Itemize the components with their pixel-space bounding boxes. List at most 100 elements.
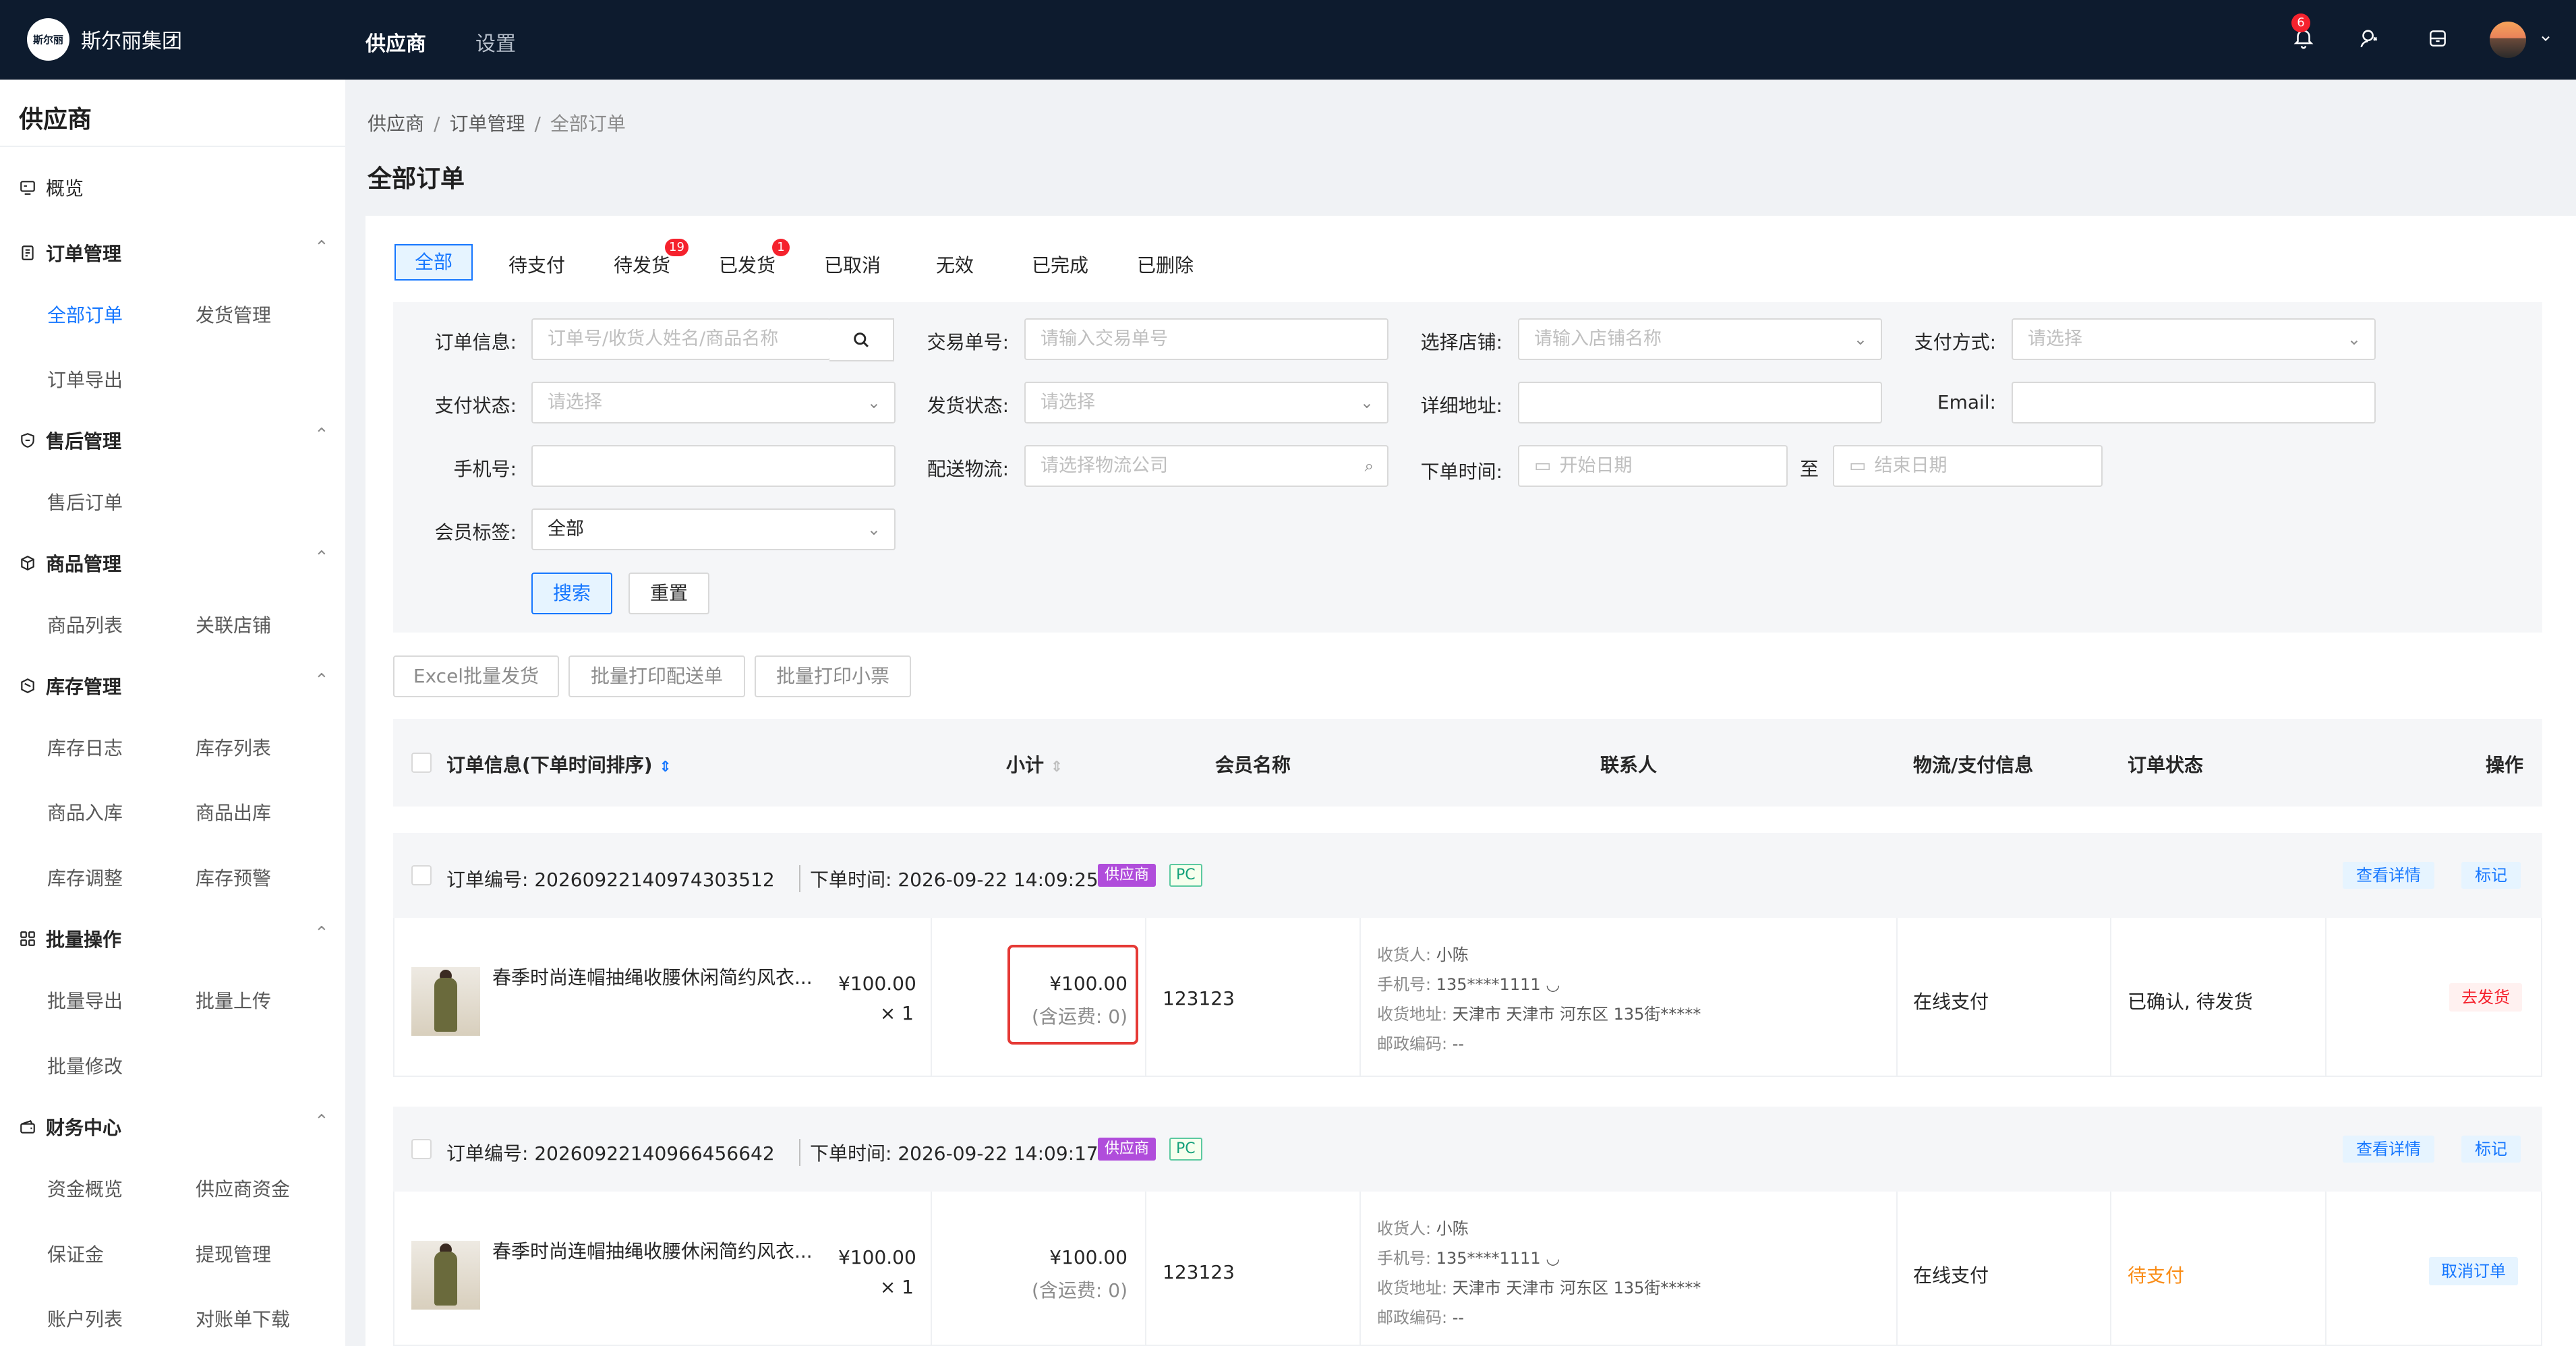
select-all-checkbox[interactable] [411, 753, 432, 773]
chevron-down-icon: ⌄ [867, 520, 881, 539]
sidebar-item-stock-adjust[interactable]: 库存调整 [47, 864, 123, 891]
sort-icon[interactable]: ⇕ [659, 759, 671, 776]
sidebar-item-stock-list[interactable]: 库存列表 [196, 734, 271, 761]
breadcrumb-item[interactable]: 订单管理 [449, 113, 525, 135]
chevron-up-icon[interactable]: ⌃ [314, 1111, 329, 1132]
sidebar-item-withdrawals[interactable]: 提现管理 [196, 1240, 271, 1267]
sidebar-group-orders[interactable]: 订单管理 [19, 239, 121, 266]
sidebar-group-aftersale[interactable]: 售后管理 [19, 427, 121, 454]
product-qty: × 1 [879, 1002, 914, 1024]
address-input[interactable] [1518, 382, 1882, 423]
view-details-button[interactable]: 查看详情 [2343, 1136, 2434, 1163]
sidebar-item-aftersale-orders[interactable]: 售后订单 [47, 488, 123, 515]
brand-logo[interactable]: 斯尔丽 [27, 18, 69, 61]
tab-all[interactable]: 全部 [394, 244, 473, 281]
address-label: 收货地址: [1377, 1279, 1448, 1297]
tab-pending-shipment[interactable]: 待发货 [614, 251, 670, 278]
column-divider [2325, 1192, 2326, 1346]
product-name[interactable]: 春季时尚连帽抽绳收腰休闲简约风衣... [492, 963, 813, 990]
view-details-button[interactable]: 查看详情 [2343, 862, 2434, 889]
reset-button[interactable]: 重置 [628, 573, 709, 614]
chevron-up-icon[interactable]: ⌃ [314, 923, 329, 943]
store-icon[interactable] [2422, 23, 2453, 54]
ship-status-select[interactable]: 请选择 ⌄ [1024, 382, 1388, 423]
eye-closed-icon[interactable]: ◡ [1546, 1249, 1560, 1268]
sidebar-group-inventory[interactable]: 库存管理 [19, 672, 121, 699]
chevron-down-icon[interactable] [2536, 23, 2556, 54]
sidebar-item-supplier-funds[interactable]: 供应商资金 [196, 1175, 290, 1202]
mark-button[interactable]: 标记 [2461, 1136, 2521, 1163]
sidebar-item-batch-export[interactable]: 批量导出 [47, 987, 123, 1014]
sidebar-item-all-orders[interactable]: 全部订单 [47, 301, 123, 328]
sidebar-group-finance[interactable]: 财务中心 [19, 1113, 121, 1140]
logistics-select[interactable]: 请选择物流公司 ⌕ [1024, 445, 1388, 487]
pay-method-select[interactable]: 请选择 ⌄ [2012, 318, 2376, 360]
sidebar-item-stock-log[interactable]: 库存日志 [47, 734, 123, 761]
chevron-up-icon[interactable]: ⌃ [314, 425, 329, 445]
chevron-up-icon[interactable]: ⌃ [314, 237, 329, 258]
email-input[interactable] [2012, 382, 2376, 423]
pay-status-select[interactable]: 请选择 ⌄ [531, 382, 896, 423]
sidebar-item-accounts[interactable]: 账户列表 [47, 1305, 123, 1332]
sidebar-item-linked-stores[interactable]: 关联店铺 [196, 611, 271, 638]
tab-cancelled[interactable]: 已取消 [824, 251, 881, 278]
trade-no-input[interactable]: 请输入交易单号 [1024, 318, 1388, 360]
tab-deleted[interactable]: 已删除 [1137, 251, 1194, 278]
search-icon-button[interactable] [829, 318, 894, 361]
calendar-icon: ▭ [1849, 455, 1867, 476]
end-date-input[interactable]: ▭ 结束日期 [1833, 445, 2103, 487]
column-order-info[interactable]: 订单信息(下单时间排序) ⇕ [446, 751, 672, 778]
batch-print-delivery-button[interactable]: 批量打印配送单 [568, 655, 745, 697]
ship-button[interactable]: 去发货 [2449, 983, 2522, 1012]
phone-input[interactable] [531, 445, 896, 487]
store-select[interactable]: 请输入店铺名称 ⌄ [1518, 318, 1882, 360]
sidebar-item-batch-upload[interactable]: 批量上传 [196, 987, 271, 1014]
sidebar-item-order-export[interactable]: 订单导出 [47, 365, 123, 392]
order-checkbox[interactable] [411, 865, 432, 885]
postal-code-value: -- [1452, 1034, 1465, 1053]
sidebar-group-label: 售后管理 [46, 430, 122, 452]
avatar[interactable] [2490, 22, 2526, 58]
search-button[interactable]: 搜索 [531, 573, 612, 614]
batch-print-receipt-button[interactable]: 批量打印小票 [755, 655, 911, 697]
pay-method-placeholder: 请选择 [2028, 328, 2082, 349]
tab-invalid[interactable]: 无效 [936, 251, 974, 278]
sidebar-item-statement-download[interactable]: 对账单下载 [196, 1305, 290, 1332]
chevron-up-icon[interactable]: ⌃ [314, 670, 329, 691]
sidebar-item-deposit[interactable]: 保证金 [47, 1240, 104, 1267]
sidebar-item-overview[interactable]: 概览 [19, 174, 84, 201]
order-checkbox[interactable] [411, 1139, 432, 1159]
sidebar-item-stock-out[interactable]: 商品出库 [196, 798, 271, 825]
member-tag-select[interactable]: 全部 ⌄ [531, 508, 896, 550]
support-icon[interactable] [2353, 23, 2384, 54]
order-info-input[interactable]: 订单号/收货人姓名/商品名称 [531, 318, 831, 360]
sidebar-group-products[interactable]: 商品管理 [19, 550, 121, 577]
cancel-order-button[interactable]: 取消订单 [2429, 1257, 2518, 1285]
eye-closed-icon[interactable]: ◡ [1546, 975, 1560, 994]
sidebar-item-batch-edit[interactable]: 批量修改 [47, 1052, 123, 1079]
topnav-supplier[interactable]: 供应商 [365, 27, 426, 57]
start-date-input[interactable]: ▭ 开始日期 [1518, 445, 1788, 487]
breadcrumb-separator: / [534, 113, 541, 135]
sort-icon[interactable]: ⇕ [1051, 759, 1063, 776]
product-name[interactable]: 春季时尚连帽抽绳收腰休闲简约风衣... [492, 1237, 813, 1264]
receiver-address: 收货地址: 天津市 天津市 河东区 135街***** [1377, 1001, 1701, 1024]
product-image[interactable] [411, 967, 480, 1036]
sidebar-item-shipping[interactable]: 发货管理 [196, 301, 271, 328]
sidebar-item-product-list[interactable]: 商品列表 [47, 611, 123, 638]
excel-batch-ship-button[interactable]: Excel批量发货 [393, 655, 559, 697]
column-subtotal[interactable]: 小计 ⇕ [1006, 751, 1063, 778]
tab-completed[interactable]: 已完成 [1032, 251, 1088, 278]
chevron-up-icon[interactable]: ⌃ [314, 548, 329, 568]
receiver-address: 收货地址: 天津市 天津市 河东区 135街***** [1377, 1275, 1701, 1298]
breadcrumb-item[interactable]: 供应商 [368, 113, 424, 135]
tab-shipped[interactable]: 已发货 [719, 251, 775, 278]
topnav-settings[interactable]: 设置 [475, 27, 516, 57]
mark-button[interactable]: 标记 [2461, 862, 2521, 889]
sidebar-group-batch[interactable]: 批量操作 [19, 925, 121, 952]
tab-pending-payment[interactable]: 待支付 [508, 251, 565, 278]
product-image[interactable] [411, 1241, 480, 1310]
sidebar-item-stock-in[interactable]: 商品入库 [47, 798, 123, 825]
sidebar-item-stock-alert[interactable]: 库存预警 [196, 864, 271, 891]
sidebar-item-fund-overview[interactable]: 资金概览 [47, 1175, 123, 1202]
